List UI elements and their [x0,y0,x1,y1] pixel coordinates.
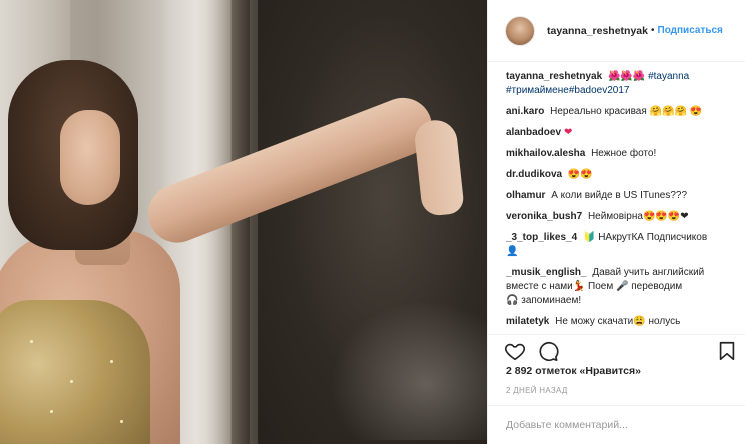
comment-text: Нереально красивая [550,106,647,117]
comment-item: _musik_english_ Давай учить английский в… [506,266,735,308]
add-comment-box [488,405,745,444]
comment-item: alanbadoev ❤ [506,126,735,140]
comment-text: А коли вийде в US ITunes??? [551,190,688,201]
hashtag-link[interactable]: #tayanna [648,71,689,82]
heart-icon[interactable] [504,340,526,362]
follow-button[interactable]: Подписаться [658,25,723,36]
comment-text: переводим [631,281,683,292]
comment-username[interactable]: _musik_english_ [506,267,587,278]
comment-username[interactable]: mikhailov.alesha [506,148,585,159]
photo-sparkle [120,420,123,423]
comment-item: veronika_bush7 Неймовірна😍😍😍❤ [506,210,735,224]
headphones-icon: 🎧 [506,295,519,306]
comment-username[interactable]: milatetyk [506,316,549,327]
post-timestamp[interactable]: 2 дней назад [506,386,568,395]
hashtag-link[interactable]: #тримаймене#badoev2017 [506,85,629,96]
comment-emoji: 😍😍😍❤ [642,211,689,222]
comment-text: нолусь [648,316,681,327]
comment-input[interactable] [506,406,728,444]
comment-username[interactable]: veronika_bush7 [506,211,582,222]
post-header: tayanna_reshetnyak • Подписаться [488,0,745,62]
comment-emoji: 🔰 [582,232,596,243]
comment-item: _3_top_likes_4 🔰 НАкрутКА Подписчиков 👤 [506,231,735,259]
photo-dress [0,300,150,444]
post-photo[interactable] [0,0,487,444]
comment-item: olhamur А коли вийде в US ITunes??? [506,189,735,203]
likes-count[interactable]: 2 892 отметок «Нравится» [506,365,641,377]
comment-emoji: 🤗🤗🤗 😍 [649,106,703,117]
comment-username[interactable]: ani.karo [506,106,544,117]
caption-author[interactable]: tayanna_reshetnyak [506,71,602,82]
photo-glare [330,300,487,440]
comments-list[interactable]: tayanna_reshetnyak 🌺🌺🌺 #tayanna #тримайм… [488,62,745,332]
comment-text: Поем [588,281,614,292]
comment-username[interactable]: alanbadoev [506,127,561,138]
comment-username[interactable]: _3_top_likes_4 [506,232,577,243]
comment-emoji: ❤ [564,127,573,138]
photo-sparkle [50,410,53,413]
comment-emoji: 💃 [572,281,586,292]
photo-sparkle [70,380,73,383]
comment-emoji: 😍😍 [567,169,593,180]
comment-text: Неймовірна [587,211,643,222]
comment-username[interactable]: olhamur [506,190,545,201]
comment-item: ani.karo Нереально красивая 🤗🤗🤗 😍 [506,105,735,119]
comment-text: Нежное фото! [591,148,657,159]
comment-item: dr.dudikova 😍😍 [506,168,735,182]
comment-username[interactable]: dr.dudikova [506,169,562,180]
action-bar [488,334,745,364]
header-separator: • [650,25,655,36]
comment-icon[interactable] [537,340,559,362]
comment-text: Не можу скачати [555,316,634,327]
microphone-icon: 🎤 [615,281,629,292]
comment-text: запоминаем! [521,295,582,306]
author-username[interactable]: tayanna_reshetnyak [547,25,648,37]
comment-item: milatetyk Не можу скачати😩 нолусь [506,315,735,329]
user-icon: 👤 [506,246,519,257]
post-sidebar: tayanna_reshetnyak • Подписаться tayanna… [487,0,745,444]
bookmark-icon[interactable] [716,340,738,362]
comment-text: НАкрутКА Подписчиков [598,232,708,243]
photo-sparkle [30,340,33,343]
photo-sparkle [110,360,113,363]
photo-figure-face [60,110,120,205]
caption-emoji: 🌺🌺🌺 [607,71,646,82]
comment-item: mikhailov.alesha Нежное фото! [506,147,735,161]
comment-emoji: 😩 [633,316,646,327]
caption: tayanna_reshetnyak 🌺🌺🌺 #tayanna #тримайм… [506,70,735,98]
author-avatar[interactable] [505,15,535,46]
